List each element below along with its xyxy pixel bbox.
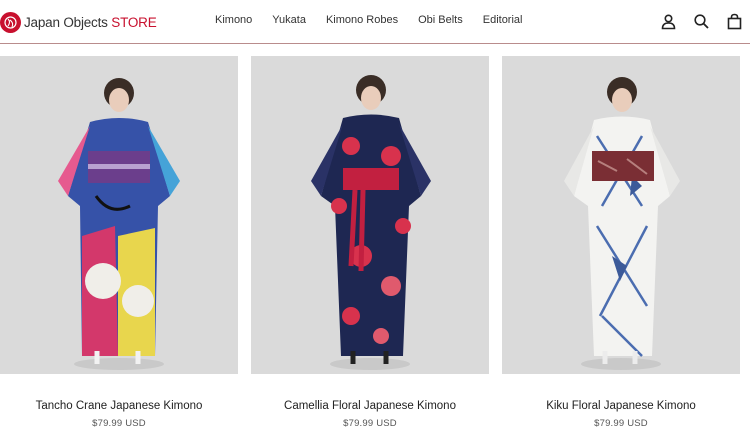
product-title[interactable]: Tancho Crane Japanese Kimono [0,400,238,412]
product-card[interactable]: Tancho Crane Japanese Kimono $79.99 USD [0,56,238,429]
product-image[interactable] [251,56,489,374]
brand-store: STORE [111,14,157,30]
product-title[interactable]: Kiku Floral Japanese Kimono [502,400,740,412]
nav-obi-belts[interactable]: Obi Belts [418,14,463,26]
product-card[interactable]: Kiku Floral Japanese Kimono $79.99 USD [502,56,740,429]
product-price: $79.99 USD [92,418,146,429]
product-image[interactable] [502,56,740,374]
header-actions [660,13,743,30]
product-title[interactable]: Camellia Floral Japanese Kimono [251,400,489,412]
product-card[interactable]: Camellia Floral Japanese Kimono $79.99 U… [251,56,489,429]
logo-mark-icon [0,11,21,33]
nav-yukata[interactable]: Yukata [272,14,306,26]
nav-editorial[interactable]: Editorial [483,14,523,26]
product-image[interactable] [0,56,238,374]
site-header: Japan Objects STORE Kimono Yukata Kimono… [0,0,750,44]
brand-name: Japan Objects [24,14,108,30]
product-price: $79.99 USD [343,418,397,429]
nav-kimono-robes[interactable]: Kimono Robes [326,14,398,26]
nav-kimono[interactable]: Kimono [215,14,252,26]
product-price: $79.99 USD [594,418,648,429]
search-icon[interactable] [693,13,710,30]
store-logo[interactable]: Japan Objects STORE [0,11,157,33]
logo-text: Japan Objects STORE [24,15,157,30]
cart-icon[interactable] [726,13,743,30]
account-icon[interactable] [660,13,677,30]
main-nav: Kimono Yukata Kimono Robes Obi Belts Edi… [215,14,542,26]
